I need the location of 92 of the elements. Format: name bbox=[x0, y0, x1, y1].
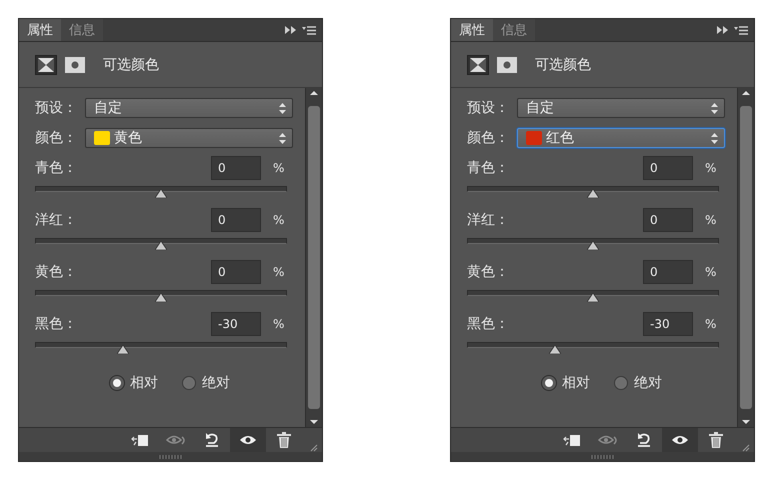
slider-label: 青色： bbox=[467, 159, 510, 177]
panel-title: 可选颜色 bbox=[535, 56, 591, 74]
radio-label: 相对 bbox=[130, 374, 158, 392]
radio-button[interactable] bbox=[614, 376, 628, 390]
radio-label: 相对 bbox=[562, 374, 590, 392]
value-input[interactable]: 0 bbox=[643, 208, 693, 232]
unit-label: % bbox=[273, 317, 284, 331]
radio-label: 绝对 bbox=[202, 374, 230, 392]
adjustment-icon[interactable] bbox=[467, 54, 489, 74]
field-label: 预设： bbox=[467, 99, 510, 117]
unit-label: % bbox=[705, 213, 716, 227]
collapse-icon[interactable] bbox=[717, 26, 728, 34]
scroll-down-icon[interactable] bbox=[742, 417, 750, 427]
slider-thumb[interactable] bbox=[117, 345, 130, 354]
preset-dropdown[interactable]: 自定 bbox=[517, 98, 725, 118]
radio-label: 绝对 bbox=[634, 374, 662, 392]
unit-label: % bbox=[705, 317, 716, 331]
radio-button[interactable] bbox=[110, 376, 124, 390]
resize-grip-icon[interactable] bbox=[742, 444, 750, 452]
eye-icon bbox=[671, 434, 689, 446]
preset-dropdown[interactable]: 自定 bbox=[85, 98, 293, 118]
mask-icon[interactable] bbox=[497, 56, 517, 72]
value-input[interactable]: -30 bbox=[643, 312, 693, 336]
slider-label: 黑色： bbox=[467, 315, 510, 333]
value-input[interactable]: 0 bbox=[643, 260, 693, 284]
slider-thumb[interactable] bbox=[587, 189, 599, 198]
panel-tab[interactable]: 属性 bbox=[19, 19, 61, 41]
mask-icon[interactable] bbox=[65, 56, 85, 72]
value-input[interactable]: 0 bbox=[643, 156, 693, 180]
slider-label: 洋红： bbox=[467, 211, 510, 229]
visibility-button[interactable] bbox=[230, 428, 266, 452]
radio-option[interactable]: 相对 bbox=[542, 374, 590, 392]
slider-label: 洋红： bbox=[35, 211, 78, 229]
unit-label: % bbox=[705, 161, 716, 175]
trash-icon bbox=[709, 432, 723, 448]
scroll-up-icon[interactable] bbox=[742, 88, 750, 98]
radio-button[interactable] bbox=[182, 376, 196, 390]
slider-thumb[interactable] bbox=[549, 345, 562, 354]
trash-icon bbox=[277, 432, 291, 448]
color-dropdown[interactable]: 黄色 bbox=[85, 128, 293, 148]
slider-thumb[interactable] bbox=[155, 293, 167, 302]
scrollbar-thumb[interactable] bbox=[308, 106, 320, 409]
color-dropdown[interactable]: 红色 bbox=[517, 128, 725, 148]
panel-title: 可选颜色 bbox=[103, 56, 159, 74]
eye-icon bbox=[598, 433, 618, 447]
panel-menu-icon[interactable] bbox=[302, 26, 316, 34]
clip-icon bbox=[563, 433, 581, 447]
slider-label: 黄色： bbox=[467, 263, 510, 281]
value-input[interactable]: 0 bbox=[211, 208, 261, 232]
panel-tab[interactable]: 属性 bbox=[451, 19, 493, 41]
drag-handle-icon[interactable] bbox=[590, 454, 614, 458]
unit-label: % bbox=[273, 213, 284, 227]
unit-label: % bbox=[273, 161, 284, 175]
unit-label: % bbox=[273, 265, 284, 279]
updown-arrow-icon bbox=[711, 102, 718, 114]
radio-button[interactable] bbox=[542, 376, 556, 390]
slider-label: 青色： bbox=[35, 159, 78, 177]
reset-icon bbox=[203, 432, 221, 448]
value-input[interactable]: 0 bbox=[211, 260, 261, 284]
radio-option[interactable]: 绝对 bbox=[614, 374, 662, 392]
drag-handle-icon[interactable] bbox=[158, 454, 182, 458]
slider-thumb[interactable] bbox=[587, 241, 599, 250]
field-label: 颜色： bbox=[467, 129, 510, 147]
collapse-icon[interactable] bbox=[285, 26, 296, 34]
scroll-down-icon[interactable] bbox=[310, 417, 318, 427]
radio-option[interactable]: 相对 bbox=[110, 374, 158, 392]
unit-label: % bbox=[705, 265, 716, 279]
visibility-button[interactable] bbox=[662, 428, 698, 452]
slider-thumb[interactable] bbox=[155, 241, 167, 250]
scrollbar-thumb[interactable] bbox=[740, 106, 752, 409]
updown-arrow-icon bbox=[279, 132, 286, 144]
adjustment-icon[interactable] bbox=[35, 54, 57, 74]
slider-label: 黄色： bbox=[35, 263, 78, 281]
updown-arrow-icon bbox=[711, 132, 718, 144]
value-input[interactable]: -30 bbox=[211, 312, 261, 336]
panel-tab[interactable]: 信息 bbox=[493, 19, 535, 41]
field-label: 预设： bbox=[35, 99, 78, 117]
slider-thumb[interactable] bbox=[155, 189, 167, 198]
panel-tab[interactable]: 信息 bbox=[61, 19, 103, 41]
slider-label: 黑色： bbox=[35, 315, 78, 333]
slider-thumb[interactable] bbox=[587, 293, 599, 302]
eye-icon bbox=[166, 433, 186, 447]
field-label: 颜色： bbox=[35, 129, 78, 147]
resize-grip-icon[interactable] bbox=[310, 444, 318, 452]
radio-option[interactable]: 绝对 bbox=[182, 374, 230, 392]
clip-icon bbox=[131, 433, 149, 447]
eye-icon bbox=[239, 434, 257, 446]
scroll-up-icon[interactable] bbox=[310, 88, 318, 98]
reset-icon bbox=[635, 432, 653, 448]
panel-menu-icon[interactable] bbox=[734, 26, 748, 34]
updown-arrow-icon bbox=[279, 102, 286, 114]
value-input[interactable]: 0 bbox=[211, 156, 261, 180]
